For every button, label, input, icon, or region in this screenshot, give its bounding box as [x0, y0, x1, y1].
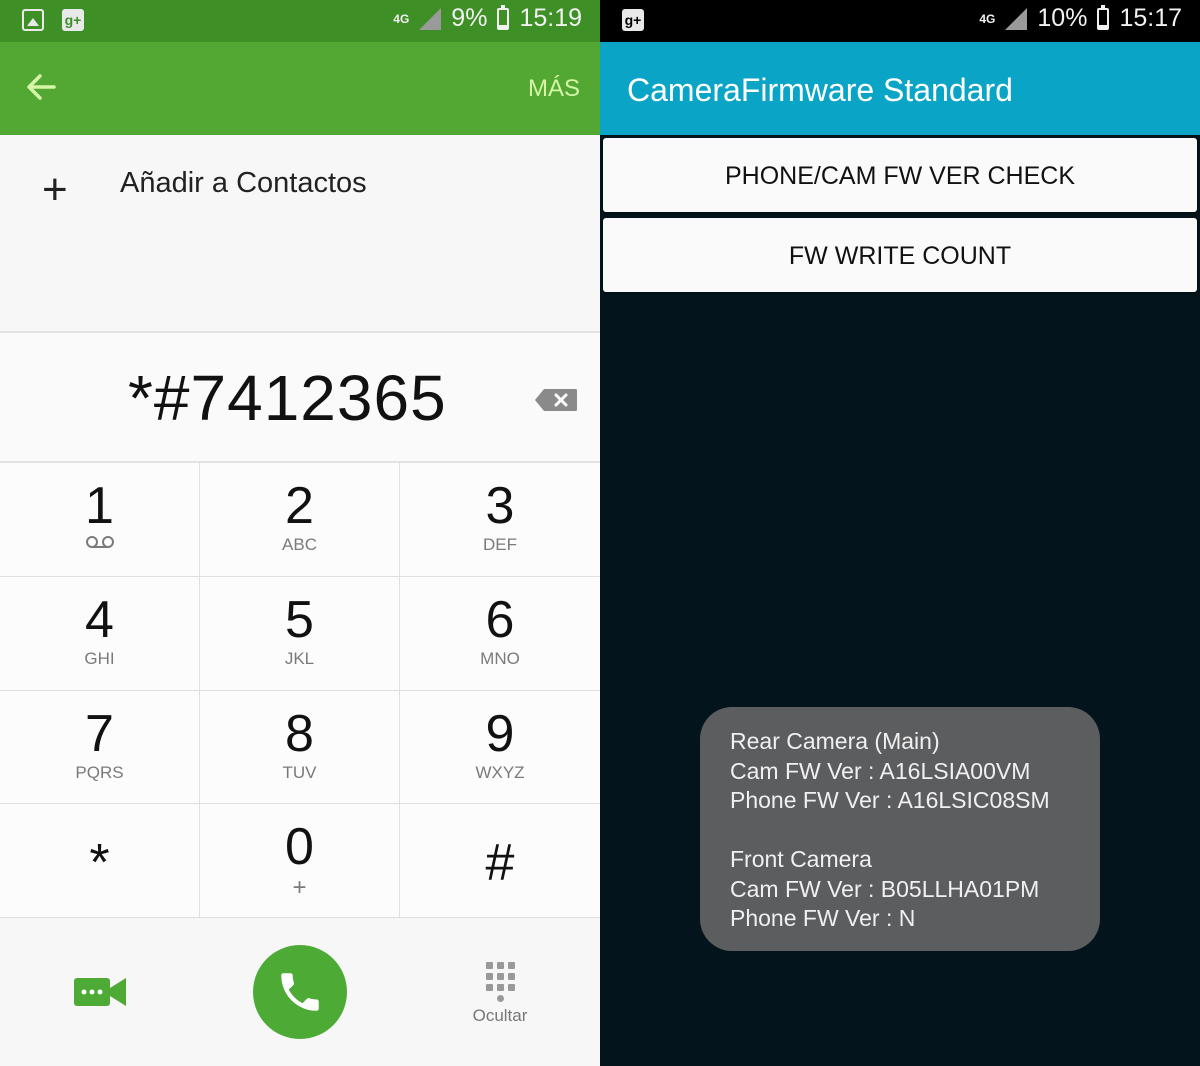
key-digit: 2 [285, 477, 314, 535]
battery-percent: 9% [451, 4, 488, 32]
key-digit: * [89, 834, 110, 893]
fw-version-check-button[interactable]: PHONE/CAM FW VER CHECK [603, 138, 1197, 212]
dial-keypad: 1 2 ABC 3 DEF 4 GHI 5 JKL 6 MNO 7 PQRS 8… [0, 463, 600, 918]
hide-keypad-label: Ocultar [472, 1006, 528, 1025]
key-letters: GHI [84, 648, 115, 668]
plus-icon: + [42, 165, 68, 214]
arrow-left-icon[interactable] [24, 70, 58, 104]
key-letters: JKL [284, 648, 315, 668]
network-type: 4G [393, 11, 410, 26]
key-hash[interactable]: # [400, 804, 600, 918]
camera-firmware-screen: g+ 4G 10% 15:17 CameraFirmware Standard … [600, 0, 1200, 1066]
key-digit: 3 [485, 477, 515, 535]
more-button[interactable]: MÁS [528, 75, 580, 103]
key-letters: WXYZ [475, 762, 525, 782]
key-letters: TUV [282, 762, 317, 782]
battery-icon [1097, 4, 1110, 30]
key-digit: 8 [285, 704, 314, 763]
key-8[interactable]: 8 TUV [200, 690, 400, 805]
key-digit: 4 [85, 590, 114, 649]
front-phone-fw-version: Phone FW Ver : N [730, 905, 916, 931]
phone-icon [281, 973, 319, 1011]
key-digit: 6 [485, 590, 515, 649]
hide-keypad-button[interactable]: Ocultar [460, 962, 540, 1026]
front-camera-title: Front Camera [730, 846, 872, 872]
add-to-contacts-label: Añadir a Contactos [120, 167, 367, 199]
add-to-contacts-button[interactable]: + Añadir a Contactos [0, 135, 600, 331]
status-time: 15:17 [1119, 4, 1182, 32]
key-letters: + [292, 874, 307, 902]
key-letters: ABC [282, 535, 317, 554]
key-6[interactable]: 6 MNO [400, 577, 600, 691]
key-digit: 0 [285, 818, 314, 877]
key-4[interactable]: 4 GHI [0, 576, 200, 691]
key-letters: DEF [483, 535, 517, 554]
network-type: 4G [979, 11, 996, 26]
google-plus-notification-icon: g+ [62, 9, 84, 31]
camera-app-bar: CameraFirmware Standard [600, 42, 1200, 135]
key-9[interactable]: 9 WXYZ [400, 691, 600, 805]
firmware-info-toast: Rear Camera (Main) Cam FW Ver : A16LSIA0… [700, 707, 1100, 951]
key-7[interactable]: 7 PQRS [0, 690, 200, 805]
rear-phone-fw-version: Phone FW Ver : A16LSIC08SM [730, 787, 1050, 813]
dialed-number: *#7412365 [128, 362, 447, 434]
battery-charging-icon [497, 4, 510, 30]
key-digit: 1 [85, 477, 114, 535]
voicemail-icon [85, 536, 114, 548]
toast-spacer [730, 816, 1070, 846]
key-2[interactable]: 2 ABC [200, 463, 400, 577]
key-letters: MNO [480, 648, 520, 668]
page-title: CameraFirmware Standard [627, 72, 1013, 108]
key-star[interactable]: * [0, 804, 200, 918]
video-call-icon[interactable] [74, 976, 126, 1008]
gallery-notification-icon [22, 9, 44, 31]
battery-percent: 10% [1037, 4, 1088, 32]
signal-icon [419, 7, 442, 30]
key-digit: 9 [485, 704, 515, 763]
dialpad-icon [460, 962, 540, 1002]
status-bar: g+ 4G 9% 15:19 [0, 0, 600, 42]
dialer-app-bar: MÁS [0, 42, 600, 135]
call-button[interactable] [253, 945, 347, 1039]
front-cam-fw-version: Cam FW Ver : B05LLHA01PM [730, 875, 1040, 902]
dialed-number-field[interactable]: *#7412365 [0, 331, 600, 463]
status-bar: g+ 4G 10% 15:17 [600, 0, 1200, 42]
key-digit: 5 [285, 590, 314, 649]
key-letters: PQRS [75, 762, 124, 782]
backspace-icon[interactable] [534, 388, 578, 412]
key-3[interactable]: 3 DEF [400, 463, 600, 577]
google-plus-notification-icon: g+ [622, 9, 644, 31]
rear-cam-fw-version: Cam FW Ver : A16LSIA00VM [730, 757, 1031, 784]
dialer-screen: g+ 4G 9% 15:19 MÁS + Añadir a Contactos … [0, 0, 600, 1066]
signal-icon [1005, 7, 1028, 30]
key-0[interactable]: 0 + [200, 804, 400, 918]
key-1[interactable]: 1 [0, 463, 200, 577]
status-time: 15:19 [519, 4, 582, 32]
key-5[interactable]: 5 JKL [200, 576, 400, 691]
key-digit: 7 [85, 704, 114, 763]
rear-camera-title: Rear Camera (Main) [730, 728, 940, 754]
key-digit: # [485, 834, 515, 893]
dialer-action-bar: Ocultar [0, 918, 600, 1066]
fw-write-count-button[interactable]: FW WRITE COUNT [603, 218, 1197, 292]
